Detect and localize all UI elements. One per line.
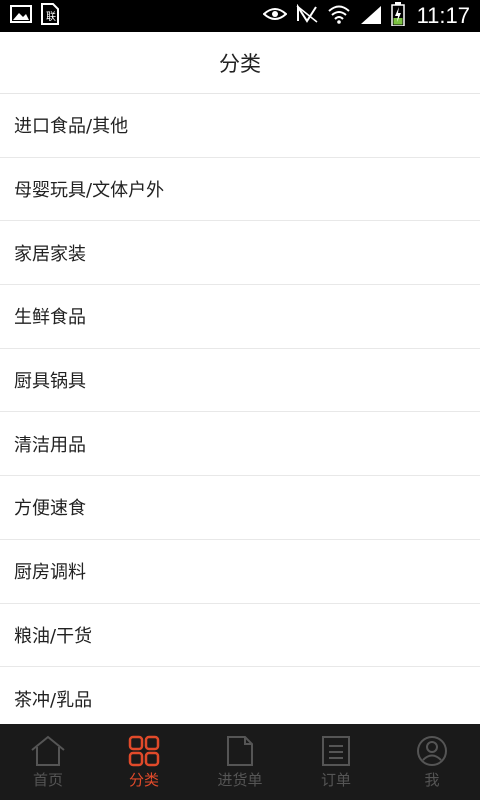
tab-me[interactable]: 我: [384, 724, 480, 800]
tab-purchase-list[interactable]: 进货单: [192, 724, 288, 800]
bottom-tab-bar: 首页 分类 进货单 订单 我: [0, 724, 480, 800]
tab-category-label: 分类: [128, 770, 159, 789]
tab-category[interactable]: 分类: [96, 724, 192, 800]
category-list: 进口食品/其他 母婴玩具/文体户外 家居家装 生鲜食品 厨具锅具 清洁用品 方便…: [0, 94, 480, 724]
signal-icon: [359, 4, 383, 28]
sim-icon: 联: [40, 3, 60, 29]
category-item-imported-food[interactable]: 进口食品/其他: [0, 94, 480, 158]
home-icon: [31, 735, 65, 766]
status-left: 联: [10, 3, 60, 29]
tab-home[interactable]: 首页: [0, 724, 96, 800]
category-item-seasoning[interactable]: 厨房调料: [0, 540, 480, 604]
category-item-instant-food[interactable]: 方便速食: [0, 476, 480, 540]
category-item-cleaning[interactable]: 清洁用品: [0, 412, 480, 477]
user-icon: [417, 735, 447, 766]
status-time: 11:17: [416, 3, 470, 28]
title-bar: 分类: [0, 32, 480, 94]
status-right: 11:17: [262, 2, 470, 30]
tab-me-label: 我: [424, 770, 440, 789]
tab-purchase-list-label: 进货单: [217, 770, 263, 789]
tab-orders-label: 订单: [320, 770, 351, 789]
document-icon: [227, 735, 253, 766]
nfc-icon: [295, 3, 319, 28]
grid-icon: [128, 735, 160, 766]
category-item-tea-dairy[interactable]: 茶冲/乳品: [0, 667, 480, 724]
tab-home-label: 首页: [32, 770, 63, 789]
tab-orders[interactable]: 订单: [288, 724, 384, 800]
category-item-cookware[interactable]: 厨具锅具: [0, 349, 480, 413]
category-item-baby-toys[interactable]: 母婴玩具/文体户外: [0, 158, 480, 222]
category-item-fresh-food[interactable]: 生鲜食品: [0, 285, 480, 349]
eye-icon: [262, 6, 288, 26]
page-title: 分类: [219, 51, 261, 76]
svg-text:联: 联: [46, 11, 56, 23]
category-item-home[interactable]: 家居家装: [0, 221, 480, 286]
status-bar: 联 11:17: [0, 0, 480, 32]
category-item-grain-oil[interactable]: 粮油/干货: [0, 604, 480, 668]
wifi-icon: [327, 4, 351, 28]
list-icon: [322, 735, 350, 766]
image-icon: [10, 4, 32, 28]
battery-charging-icon: [390, 2, 405, 30]
